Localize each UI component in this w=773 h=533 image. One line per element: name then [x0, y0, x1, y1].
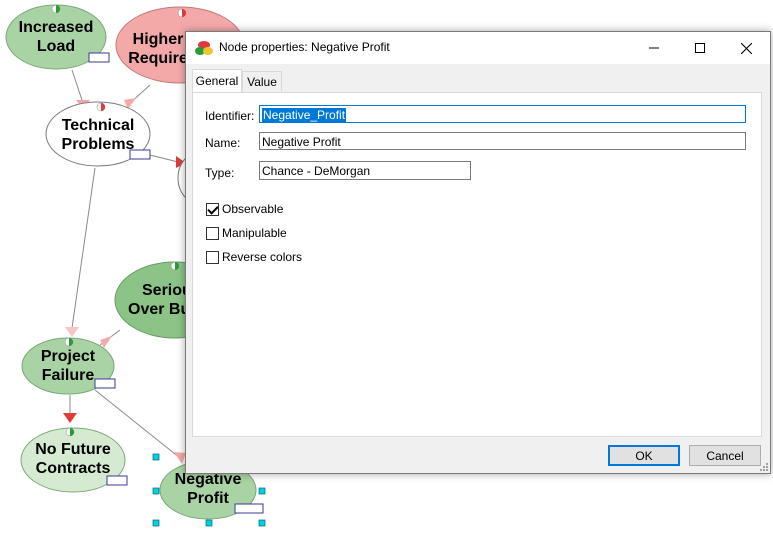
dialog-title: Node properties: Negative Profit — [219, 40, 390, 54]
maximize-icon — [695, 43, 705, 53]
edge-technical-failure — [71, 167, 96, 329]
close-icon — [740, 42, 752, 54]
manipulable-checkbox-row[interactable]: Manipulable — [206, 225, 287, 241]
node-label-negative-profit: Negative Profit — [174, 471, 242, 507]
node-label-project-failure: Project Failure — [40, 348, 96, 384]
reverse-colors-checkbox[interactable] — [206, 250, 219, 264]
node-label-technical-problems: Technical Problems — [61, 117, 135, 153]
type-field[interactable]: Chance - DeMorgan — [259, 161, 471, 180]
observable-checkbox-row[interactable]: Observable — [206, 201, 283, 217]
edge-load-technical — [71, 69, 83, 101]
app-icon — [195, 41, 213, 55]
tab-value[interactable]: Value — [242, 71, 282, 91]
node-label-no-future-contracts: No Future Contracts — [35, 441, 111, 477]
general-tab-panel: Identifier: Negative_Profit Name: Negati… — [192, 92, 762, 437]
name-field[interactable]: Negative Profit — [259, 132, 746, 150]
tab-general[interactable]: General — [192, 69, 242, 92]
identifier-field[interactable]: Negative_Profit — [259, 105, 746, 123]
observable-checkbox[interactable] — [206, 202, 219, 216]
close-button[interactable] — [723, 32, 769, 64]
reverse-colors-checkbox-row[interactable]: Reverse colors — [206, 249, 302, 265]
resize-grip-icon[interactable] — [758, 461, 768, 471]
observable-label: Observable — [222, 202, 284, 216]
identifier-value: Negative_Profit — [262, 108, 347, 122]
node-label-increased-load: Increased Load — [18, 19, 94, 55]
node-properties-dialog: Node properties: Negative Profit General… — [185, 31, 771, 474]
ok-button[interactable]: OK — [608, 445, 680, 466]
minimize-button[interactable] — [631, 32, 677, 64]
manipulable-label: Manipulable — [222, 226, 287, 240]
edge-technical-other — [149, 154, 179, 163]
maximize-button[interactable] — [677, 32, 723, 64]
type-label: Type: — [205, 166, 235, 180]
name-label: Name: — [205, 136, 241, 150]
cancel-button[interactable]: Cancel — [689, 445, 761, 466]
title-bar[interactable]: Node properties: Negative Profit — [186, 32, 770, 64]
identifier-label: Identifier: — [205, 109, 255, 123]
manipulable-checkbox[interactable] — [206, 226, 219, 240]
reverse-colors-label: Reverse colors — [222, 250, 303, 264]
minimize-icon — [649, 47, 659, 49]
